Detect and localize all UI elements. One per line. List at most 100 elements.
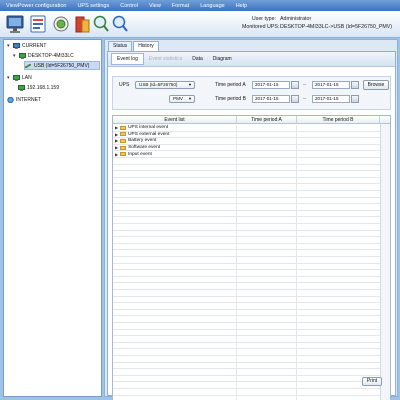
period-a-to-input[interactable]: 2017-01-15 [312,81,350,89]
print-button[interactable]: Print [362,377,382,386]
menu-control[interactable]: Control [120,3,138,9]
tree-item-ip-label: 192.168.1.159 [27,84,59,91]
vertical-scrollbar[interactable] [380,124,390,400]
tree-item-lan[interactable]: ▾ LAN [7,73,32,82]
menu-ups-settings[interactable]: UPS settings [77,3,109,9]
range-separator: -- [303,82,307,88]
subtab-event-statistics[interactable]: Event statistics [144,54,187,64]
tab-history[interactable]: History [133,41,159,51]
collapse-icon[interactable]: ▾ [7,75,12,81]
expand-icon[interactable]: ▶ [115,152,118,157]
table-row[interactable] [113,204,380,211]
table-row[interactable] [113,342,380,350]
calendar-icon[interactable] [291,95,299,103]
control-icon[interactable] [52,14,70,34]
table-row[interactable] [113,283,380,290]
column-time-period-b[interactable]: Time period B [297,116,380,124]
table-row[interactable] [113,349,380,356]
table-row[interactable] [113,237,380,244]
expand-icon[interactable]: ▶ [115,125,118,130]
table-row[interactable] [113,257,380,264]
period-b-from-input[interactable]: 2017-01-15 [252,95,290,103]
table-row[interactable] [113,164,380,172]
expand-icon[interactable]: ▶ [115,145,118,150]
time-a-cell [237,237,297,243]
table-row[interactable] [113,389,380,396]
menu-viewpower-config[interactable]: ViewPower configuration [6,3,66,9]
monitor-icon[interactable] [6,14,24,34]
period-a-from-input[interactable]: 2017-01-15 [252,81,290,89]
zoom-icon[interactable] [111,14,129,34]
table-row[interactable] [113,329,380,337]
table-row[interactable] [113,197,380,205]
search-icon[interactable] [92,14,110,34]
config-icon[interactable] [29,14,47,34]
ups-select[interactable]: USB (Id=5F26750) ▼ [135,81,195,89]
table-row[interactable] [113,263,380,271]
table-row[interactable] [113,356,380,363]
table-row[interactable] [113,309,380,317]
table-row[interactable] [113,184,380,191]
calendar-icon[interactable] [351,95,359,103]
table-row[interactable] [113,217,380,224]
table-row[interactable] [113,382,380,389]
table-row[interactable]: ▶ Battery event [113,138,380,145]
menu-view[interactable]: View [149,3,161,9]
collapse-icon[interactable]: ▾ [13,53,18,59]
tree-item-ip[interactable]: 192.168.1.159 [18,83,59,92]
table-row[interactable] [113,177,380,185]
table-row[interactable] [113,270,380,277]
collapse-icon[interactable]: ▾ [7,43,12,49]
table-row[interactable]: ▶ Input event [113,151,380,158]
ups-icon[interactable] [73,14,91,34]
tree-item-usb[interactable]: USB (Id=5F26750_PMV) [24,61,100,70]
table-row[interactable] [113,210,380,218]
browse-button[interactable]: Browse [363,80,389,90]
usb-icon [24,63,32,69]
column-time-period-a[interactable]: Time period A [237,116,297,124]
time-b-cell [297,303,380,309]
table-row[interactable] [113,336,380,343]
table-row[interactable] [113,362,380,370]
tab-status[interactable]: Status [108,41,133,51]
calendar-icon[interactable] [351,81,359,89]
model-select[interactable]: PMV ▼ [169,95,195,103]
menu-language[interactable]: Language [200,3,224,9]
table-row[interactable] [113,303,380,310]
column-event-list[interactable]: Event list [113,116,237,124]
expand-icon[interactable]: ▶ [115,132,118,137]
table-row[interactable] [113,395,380,400]
table-row[interactable] [113,224,380,231]
table-row[interactable] [113,375,380,383]
tree-item-internet[interactable]: INTERNET [7,95,41,104]
table-row[interactable] [113,316,380,323]
table-row[interactable] [113,158,380,165]
table-row[interactable] [113,369,380,376]
folder-icon [120,152,127,157]
table-row[interactable] [113,290,380,297]
period-b-to-input[interactable]: 2017-01-15 [312,95,350,103]
table-row[interactable] [113,250,380,257]
time-a-cell [237,204,297,210]
calendar-icon[interactable] [291,81,299,89]
table-row[interactable] [113,191,380,198]
subtab-event-log[interactable]: Event log [111,53,144,65]
table-row[interactable] [113,171,380,178]
table-row[interactable]: ▶ Software event [113,144,380,152]
table-row[interactable] [113,276,380,284]
menu-format[interactable]: Format [172,3,189,9]
expand-icon[interactable]: ▶ [115,138,118,143]
table-row[interactable] [113,323,380,330]
table-row[interactable]: ▶ UPS internal event [113,125,380,132]
tree-item-current[interactable]: ▾ CURRENT [7,41,46,50]
table-row[interactable] [113,296,380,304]
table-row[interactable] [113,230,380,238]
table-row[interactable] [113,243,380,251]
time-a-cell [237,184,297,190]
tree-item-desktop[interactable]: ▾ DESKTOP-4MI33LC [13,51,74,60]
subtab-data[interactable]: Data [187,54,208,64]
subtab-diagram[interactable]: Diagram [208,54,237,64]
event-cell [113,375,237,382]
time-b-cell [297,151,380,157]
menu-help[interactable]: Help [236,3,247,9]
